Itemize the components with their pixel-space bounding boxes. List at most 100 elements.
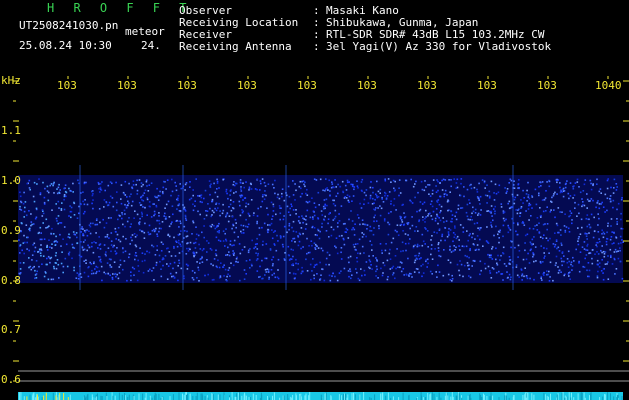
band-pixel — [350, 277, 352, 280]
band-pixel — [604, 263, 607, 265]
band-pixel — [416, 210, 418, 213]
strip-spike — [613, 396, 615, 400]
band-pixel — [353, 228, 356, 231]
band-pixel — [130, 279, 132, 282]
band-pixel — [292, 194, 295, 196]
band-pixel — [447, 232, 450, 235]
strip-spike — [607, 392, 609, 400]
band-pixel — [179, 183, 181, 185]
band-pixel — [509, 178, 512, 181]
band-pixel — [579, 233, 582, 235]
band-pixel — [311, 226, 313, 229]
y-tick-label: 0.8 — [1, 274, 21, 287]
strip-spike — [489, 396, 491, 400]
band-pixel — [546, 206, 548, 208]
band-pixel — [335, 237, 338, 239]
band-pixel — [18, 239, 20, 241]
band-pixel — [442, 178, 445, 181]
band-pixel — [264, 268, 267, 271]
band-pixel — [602, 272, 604, 274]
band-pixel — [197, 269, 200, 271]
band-pixel — [517, 222, 519, 224]
band-pixel — [489, 195, 491, 198]
band-pixel — [563, 255, 565, 257]
band-pixel — [351, 228, 353, 231]
band-pixel — [35, 273, 38, 275]
band-pixel — [306, 209, 309, 212]
band-pixel — [478, 182, 480, 185]
band-pixel — [23, 216, 25, 218]
band-pixel — [441, 179, 443, 182]
band-pixel — [503, 263, 506, 265]
band-pixel — [520, 199, 522, 201]
band-pixel — [158, 254, 161, 257]
band-pixel — [261, 226, 263, 229]
band-pixel — [110, 244, 113, 246]
band-pixel — [225, 228, 227, 230]
band-pixel — [569, 210, 571, 212]
band-pixel — [170, 194, 172, 197]
band-pixel — [443, 221, 445, 223]
band-pixel — [272, 263, 274, 265]
band-pixel — [388, 252, 391, 255]
band-pixel — [214, 191, 217, 194]
band-pixel — [546, 228, 548, 231]
band-pixel — [338, 235, 341, 237]
band-pixel — [578, 236, 580, 238]
band-pixel — [561, 260, 563, 263]
band-pixel — [156, 187, 158, 190]
band-pixel — [171, 275, 173, 278]
band-pixel — [540, 214, 542, 217]
band-pixel — [554, 232, 556, 234]
band-pixel — [28, 249, 30, 252]
strip-spike — [204, 396, 206, 400]
band-pixel — [516, 194, 519, 196]
band-pixel — [68, 233, 70, 236]
band-pixel — [279, 218, 281, 221]
band-pixel — [91, 269, 93, 272]
band-pixel — [150, 182, 153, 184]
band-pixel — [450, 210, 452, 212]
band-pixel — [612, 192, 615, 194]
band-pixel — [460, 207, 462, 209]
band-pixel — [601, 201, 603, 204]
band-pixel — [568, 275, 570, 277]
band-pixel — [297, 235, 299, 237]
band-pixel — [509, 229, 512, 231]
band-pixel — [263, 181, 266, 184]
band-pixel — [545, 190, 547, 192]
band-pixel — [150, 216, 153, 218]
band-pixel — [571, 219, 573, 221]
band-pixel — [610, 218, 613, 220]
strip-spike — [69, 394, 71, 400]
band-pixel — [620, 212, 622, 215]
band-pixel — [327, 222, 329, 225]
band-pixel — [477, 227, 479, 229]
band-pixel — [35, 260, 38, 262]
band-pixel — [549, 237, 551, 240]
band-pixel — [436, 215, 438, 217]
band-pixel — [515, 209, 517, 211]
band-pixel — [91, 245, 93, 248]
band-pixel — [293, 237, 296, 240]
band-pixel — [466, 255, 468, 258]
band-pixel — [67, 236, 70, 238]
strip-spike — [309, 392, 311, 400]
band-pixel — [295, 231, 298, 233]
strip-spike — [444, 395, 446, 400]
band-pixel — [480, 227, 482, 229]
band-pixel — [476, 244, 479, 246]
band-pixel — [232, 224, 235, 227]
band-pixel — [554, 191, 556, 194]
band-pixel — [32, 244, 34, 246]
band-pixel — [202, 248, 205, 250]
band-pixel — [450, 251, 453, 253]
band-pixel — [582, 203, 584, 206]
band-pixel — [397, 266, 399, 268]
band-pixel — [46, 249, 49, 251]
strip-spike — [133, 396, 135, 400]
band-pixel — [613, 251, 616, 253]
band-pixel — [120, 202, 123, 205]
band-pixel — [131, 266, 134, 269]
band-pixel — [418, 252, 421, 255]
